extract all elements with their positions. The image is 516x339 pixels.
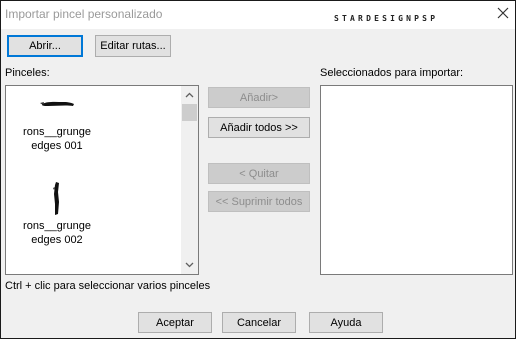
brushes-label: Pinceles:	[5, 67, 50, 79]
cancel-button[interactable]: Cancelar	[222, 312, 296, 333]
help-button[interactable]: Ayuda	[309, 312, 383, 333]
list-item[interactable]: rons__grunge edges 001	[6, 86, 178, 176]
brush-thumbnail	[40, 101, 74, 106]
brush-name-line1: rons__grunge	[23, 220, 91, 232]
brush-name-line1: rons__grunge	[23, 126, 91, 138]
import-brush-dialog: Importar pincel personalizado STARDESIGN…	[0, 0, 516, 339]
edit-paths-button[interactable]: Editar rutas...	[95, 35, 171, 57]
selected-list[interactable]	[320, 85, 513, 275]
watermark-logo: STARDESIGNPSP	[334, 14, 439, 23]
open-button[interactable]: Abrir...	[7, 35, 83, 57]
brushes-scrollbar[interactable]	[181, 86, 198, 274]
close-icon[interactable]	[495, 5, 511, 21]
scroll-thumb[interactable]	[182, 104, 197, 121]
brush-name-line2: edges 001	[31, 140, 83, 152]
remove-button[interactable]: < Quitar	[208, 163, 310, 184]
window-title: Importar pincel personalizado	[5, 7, 163, 21]
scroll-down-icon[interactable]	[185, 260, 194, 269]
brushes-list[interactable]: rons__grunge edges 001 rons__grunge edge…	[5, 85, 199, 275]
add-all-button[interactable]: Añadir todos >>	[208, 117, 310, 138]
remove-all-button[interactable]: << Suprimir todos	[208, 191, 310, 212]
add-button[interactable]: Añadir>	[208, 87, 310, 108]
brush-thumbnail	[53, 182, 59, 215]
title-bar: Importar pincel personalizado STARDESIGN…	[1, 1, 515, 29]
scroll-up-icon[interactable]	[185, 91, 194, 100]
selected-label: Seleccionados para importar:	[320, 67, 464, 79]
list-item[interactable]: rons__grunge edges 002	[6, 178, 178, 268]
accept-button[interactable]: Aceptar	[138, 312, 212, 333]
brush-name-line2: edges 002	[31, 234, 83, 246]
multi-select-hint: Ctrl + clic para seleccionar varios pinc…	[5, 280, 211, 292]
